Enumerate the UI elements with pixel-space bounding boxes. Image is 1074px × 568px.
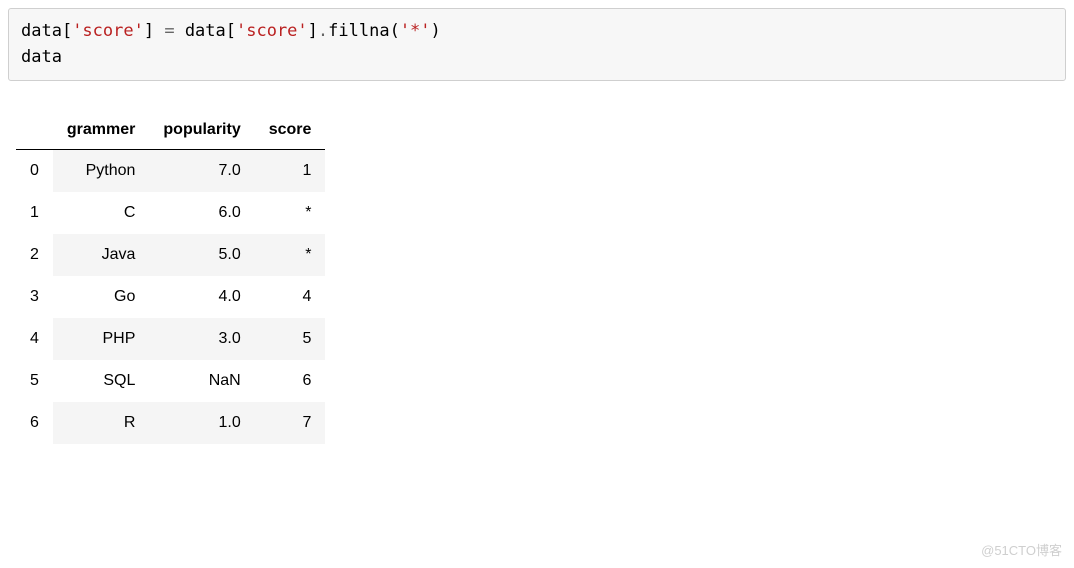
column-header: popularity [149,111,254,150]
cell: 5 [255,318,326,360]
cell: Java [53,234,149,276]
cell: SQL [53,360,149,402]
table-row: 6 R 1.0 7 [16,402,325,444]
cell: 3.0 [149,318,254,360]
table-corner-cell [16,111,53,150]
cell: * [255,234,326,276]
column-header: grammer [53,111,149,150]
row-index: 3 [16,276,53,318]
row-index: 2 [16,234,53,276]
table-row: 2 Java 5.0 * [16,234,325,276]
table-row: 0 Python 7.0 1 [16,150,325,193]
code-line-2: data [21,47,62,67]
cell: * [255,192,326,234]
cell: 7 [255,402,326,444]
cell: Python [53,150,149,193]
cell: R [53,402,149,444]
cell: NaN [149,360,254,402]
column-header: score [255,111,326,150]
row-index: 6 [16,402,53,444]
cell: 1.0 [149,402,254,444]
table-header-row: grammer popularity score [16,111,325,150]
row-index: 1 [16,192,53,234]
table-row: 5 SQL NaN 6 [16,360,325,402]
table-row: 1 C 6.0 * [16,192,325,234]
row-index: 4 [16,318,53,360]
dataframe-table: grammer popularity score 0 Python 7.0 1 … [16,111,325,444]
cell: 4 [255,276,326,318]
cell: C [53,192,149,234]
output-area: grammer popularity score 0 Python 7.0 1 … [16,111,1066,444]
code-line-1: data['score'] = data['score'].fillna('*'… [21,21,441,41]
table-row: 3 Go 4.0 4 [16,276,325,318]
cell: 4.0 [149,276,254,318]
cell: 5.0 [149,234,254,276]
table-row: 4 PHP 3.0 5 [16,318,325,360]
row-index: 5 [16,360,53,402]
cell: 6.0 [149,192,254,234]
row-index: 0 [16,150,53,193]
cell: 6 [255,360,326,402]
cell: 1 [255,150,326,193]
watermark-text: @51CTO博客 [981,540,1062,559]
cell: PHP [53,318,149,360]
cell: Go [53,276,149,318]
cell: 7.0 [149,150,254,193]
code-input-cell[interactable]: data['score'] = data['score'].fillna('*'… [8,8,1066,81]
